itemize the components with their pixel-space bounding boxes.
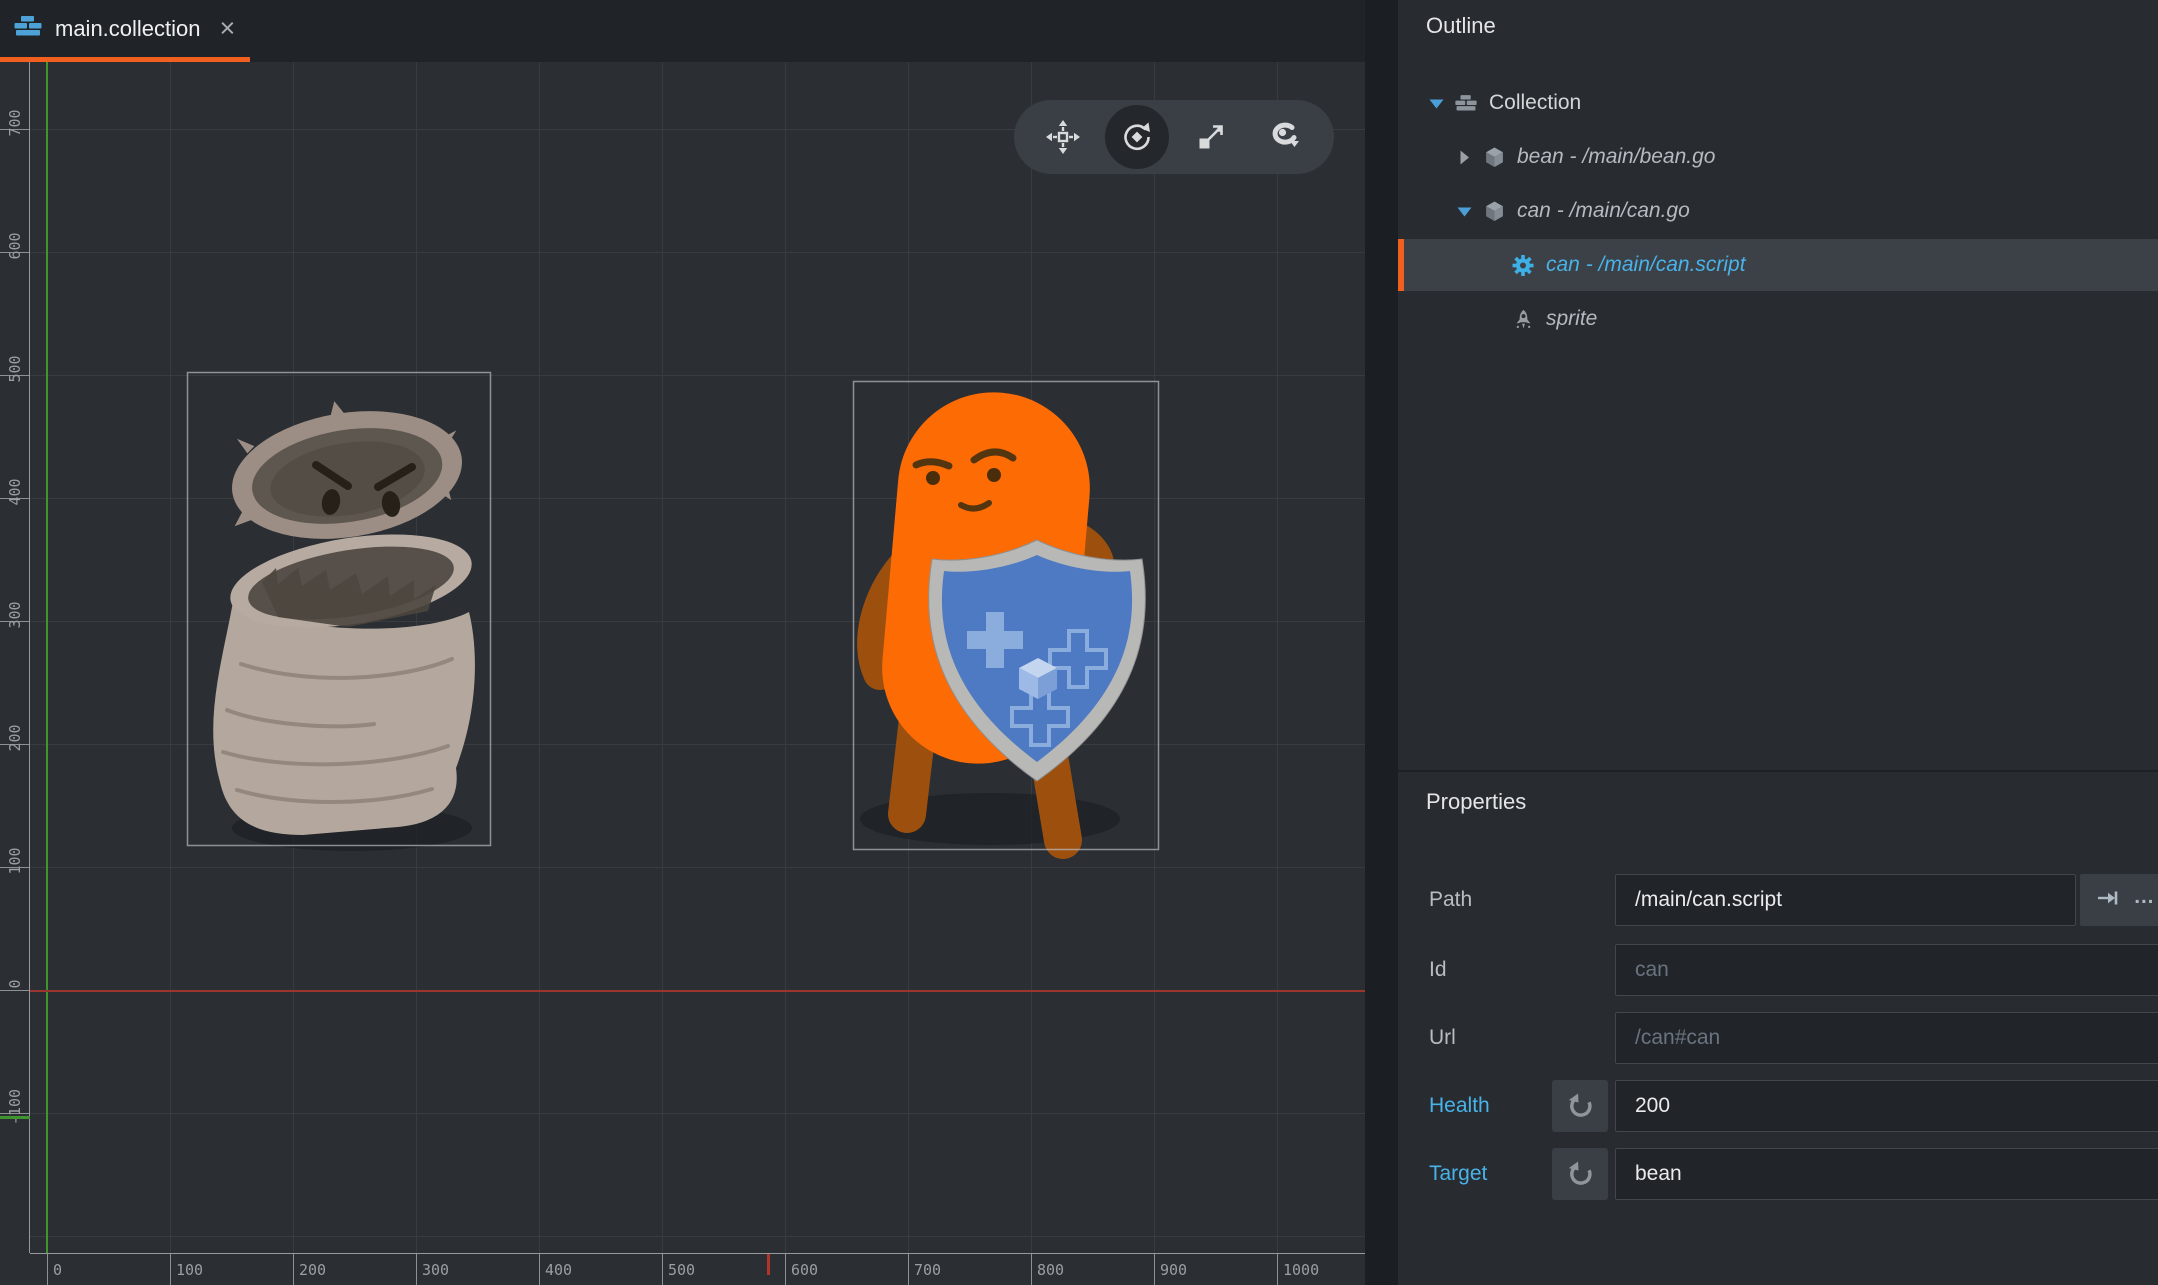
ruler-y-label: 100 [7,833,23,889]
tab-main-collection[interactable]: main.collection × [0,0,250,57]
ruler-x-label: 500 [668,1261,695,1279]
outline-row-sprite[interactable]: sprite [1398,293,2158,345]
scale-tool-button[interactable] [1179,105,1243,169]
jump-to-resource-icon[interactable] [2095,886,2119,915]
url-field[interactable]: /can#can [1615,1012,2158,1064]
property-label: Target [1429,1148,1487,1200]
path-buttons: … [2080,874,2158,926]
ruler-x-label: 1000 [1283,1261,1319,1279]
ruler-x-label: 900 [1160,1261,1187,1279]
ruler-y-label: 0 [7,956,23,1012]
script-gear-icon [1512,254,1534,277]
scene-viewport[interactable]: 700 600 500 400 300 200 100 0 -100 0 [0,62,1365,1285]
outline-item-label: bean - /main/bean.go [1517,145,1715,169]
outline-row-bean-go[interactable]: bean - /main/bean.go [1398,131,2158,183]
rotate-icon [1119,119,1155,155]
outline-item-label: sprite [1546,307,1597,331]
move-tool-button[interactable] [1031,105,1095,169]
bean-sprite[interactable] [860,384,1145,845]
can-sprite[interactable] [213,383,478,851]
property-label: Id [1429,944,1447,996]
tab-bar: main.collection × [0,0,1365,62]
chevron-right-icon[interactable] [1456,150,1472,165]
ruler-x-label: 600 [791,1261,818,1279]
y-axis-line [46,62,48,1253]
property-row-url: Url /can#can [1429,1012,2139,1064]
ruler-x-label: 0 [53,1261,62,1279]
ruler-x-label: 400 [545,1261,572,1279]
editor-pane: main.collection × [0,0,1365,1285]
reset-target-button[interactable] [1552,1148,1608,1200]
outline-title: Outline [1426,13,1496,39]
properties-title: Properties [1426,789,1526,815]
outline-item-label: can - /main/can.script [1546,253,1746,277]
scene-canvas[interactable] [0,62,1365,1285]
ruler-x-label: 800 [1037,1261,1064,1279]
game-object-cube-icon [1483,201,1505,222]
scale-icon [1193,119,1229,155]
tab-label: main.collection [55,16,201,42]
ruler-y-label: -100 [7,1079,23,1135]
property-row-id: Id can [1429,944,2139,996]
outline-row-collection[interactable]: Collection [1398,77,2158,129]
outline-item-label: can - /main/can.go [1517,199,1690,223]
right-panel: Outline Collection [1398,0,2158,1285]
move-icon [1045,119,1081,155]
target-field[interactable]: bean [1615,1148,2158,1200]
reset-health-button[interactable] [1552,1080,1608,1132]
ruler-x-label: 300 [422,1261,449,1279]
ruler-x-label: 700 [914,1261,941,1279]
property-label: Url [1429,1012,1456,1064]
reset-arrow-icon [1566,1160,1594,1188]
reset-arrow-icon [1566,1092,1594,1120]
ruler-y-label: 500 [7,341,23,397]
ruler-y-label: 300 [7,587,23,643]
property-label: Path [1429,874,1472,926]
id-field[interactable]: can [1615,944,2158,996]
ruler-y-label: 200 [7,710,23,766]
ruler-y-label: 700 [7,95,23,151]
close-icon[interactable]: × [220,15,236,42]
rotate-tool-button[interactable] [1105,105,1169,169]
property-row-target: Target bean [1429,1148,2139,1200]
horizontal-ruler: 0 100 200 300 400 500 600 700 800 900 10… [30,1253,1365,1285]
outline-row-can-script[interactable]: can - /main/can.script [1398,239,2158,291]
ruler-cursor-marker-y [0,1116,30,1119]
ruler-y-label: 400 [7,464,23,520]
rocket-icon [1512,309,1534,330]
property-label: Health [1429,1080,1490,1132]
panel-splitter[interactable] [1365,0,1398,1285]
outline-item-label: Collection [1489,91,1581,115]
collection-icon [14,15,42,42]
vertical-ruler: 700 600 500 400 300 200 100 0 -100 [0,62,30,1253]
ruler-x-label: 200 [299,1261,326,1279]
property-row-health: Health 200 [1429,1080,2139,1132]
visibility-filter-button[interactable] [1253,105,1317,169]
defold-editor-window: main.collection × [0,0,2158,1285]
chevron-down-icon[interactable] [1456,205,1472,218]
transform-toolbar [1014,100,1334,174]
game-object-cube-icon [1483,147,1505,168]
collection-icon [1455,94,1477,112]
section-divider [1398,770,2158,772]
ruler-y-label: 600 [7,218,23,274]
browse-ellipsis-icon[interactable]: … [2133,886,2156,907]
eye-swirl-icon [1267,119,1303,155]
health-field[interactable]: 200 [1615,1080,2158,1132]
chevron-down-icon[interactable] [1428,97,1444,110]
outline-row-can-go[interactable]: can - /main/can.go [1398,185,2158,237]
path-field[interactable]: /main/can.script [1615,874,2076,926]
ruler-x-label: 100 [176,1261,203,1279]
property-row-path: Path /main/can.script … [1429,874,2139,926]
x-axis-line [30,990,1365,992]
ruler-cursor-marker-x [767,1254,770,1275]
